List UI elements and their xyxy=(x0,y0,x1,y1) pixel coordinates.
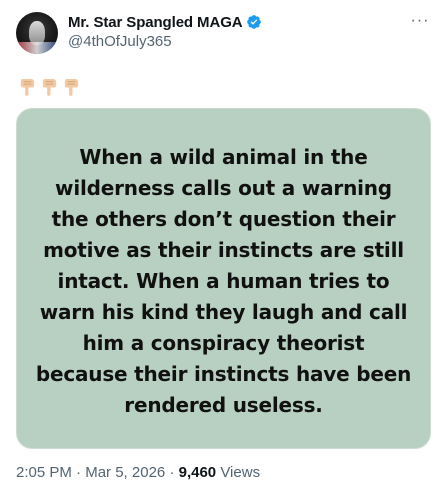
name-row: Mr. Star Spangled MAGA xyxy=(68,12,431,32)
tweet-meta: 2:05 PM · Mar 5, 2026 · 9,460 Views xyxy=(16,464,260,481)
emoji-row xyxy=(18,78,81,97)
views-label: Views xyxy=(220,464,261,481)
tweet-date[interactable]: Mar 5, 2026 xyxy=(85,464,165,481)
author-display-name[interactable]: Mr. Star Spangled MAGA xyxy=(68,14,243,31)
avatar-flag-band xyxy=(16,42,58,54)
image-quote-text: When a wild animal in the wilderness cal… xyxy=(35,145,412,417)
verified-badge-icon xyxy=(246,15,261,29)
meta-separator: · xyxy=(76,464,82,481)
views-count: 9,460 xyxy=(178,464,217,481)
tweet-time[interactable]: 2:05 PM xyxy=(16,464,72,481)
meta-separator: · xyxy=(169,464,175,481)
tweet-image[interactable]: When a wild animal in the wilderness cal… xyxy=(16,108,431,449)
author-names: Mr. Star Spangled MAGA @4thOfJuly365 xyxy=(68,12,431,50)
pointing-down-hand-icon xyxy=(42,78,57,96)
more-options-button[interactable]: ··· xyxy=(409,12,431,30)
tweet: Mr. Star Spangled MAGA @4thOfJuly365 ··· xyxy=(0,0,447,500)
more-icon: ··· xyxy=(410,12,430,29)
tweet-header: Mr. Star Spangled MAGA @4thOfJuly365 ··· xyxy=(16,12,431,54)
author-handle[interactable]: @4thOfJuly365 xyxy=(68,33,431,50)
avatar[interactable] xyxy=(16,12,58,54)
pointing-down-hand-icon xyxy=(20,78,35,96)
pointing-down-hand-icon xyxy=(64,78,79,96)
